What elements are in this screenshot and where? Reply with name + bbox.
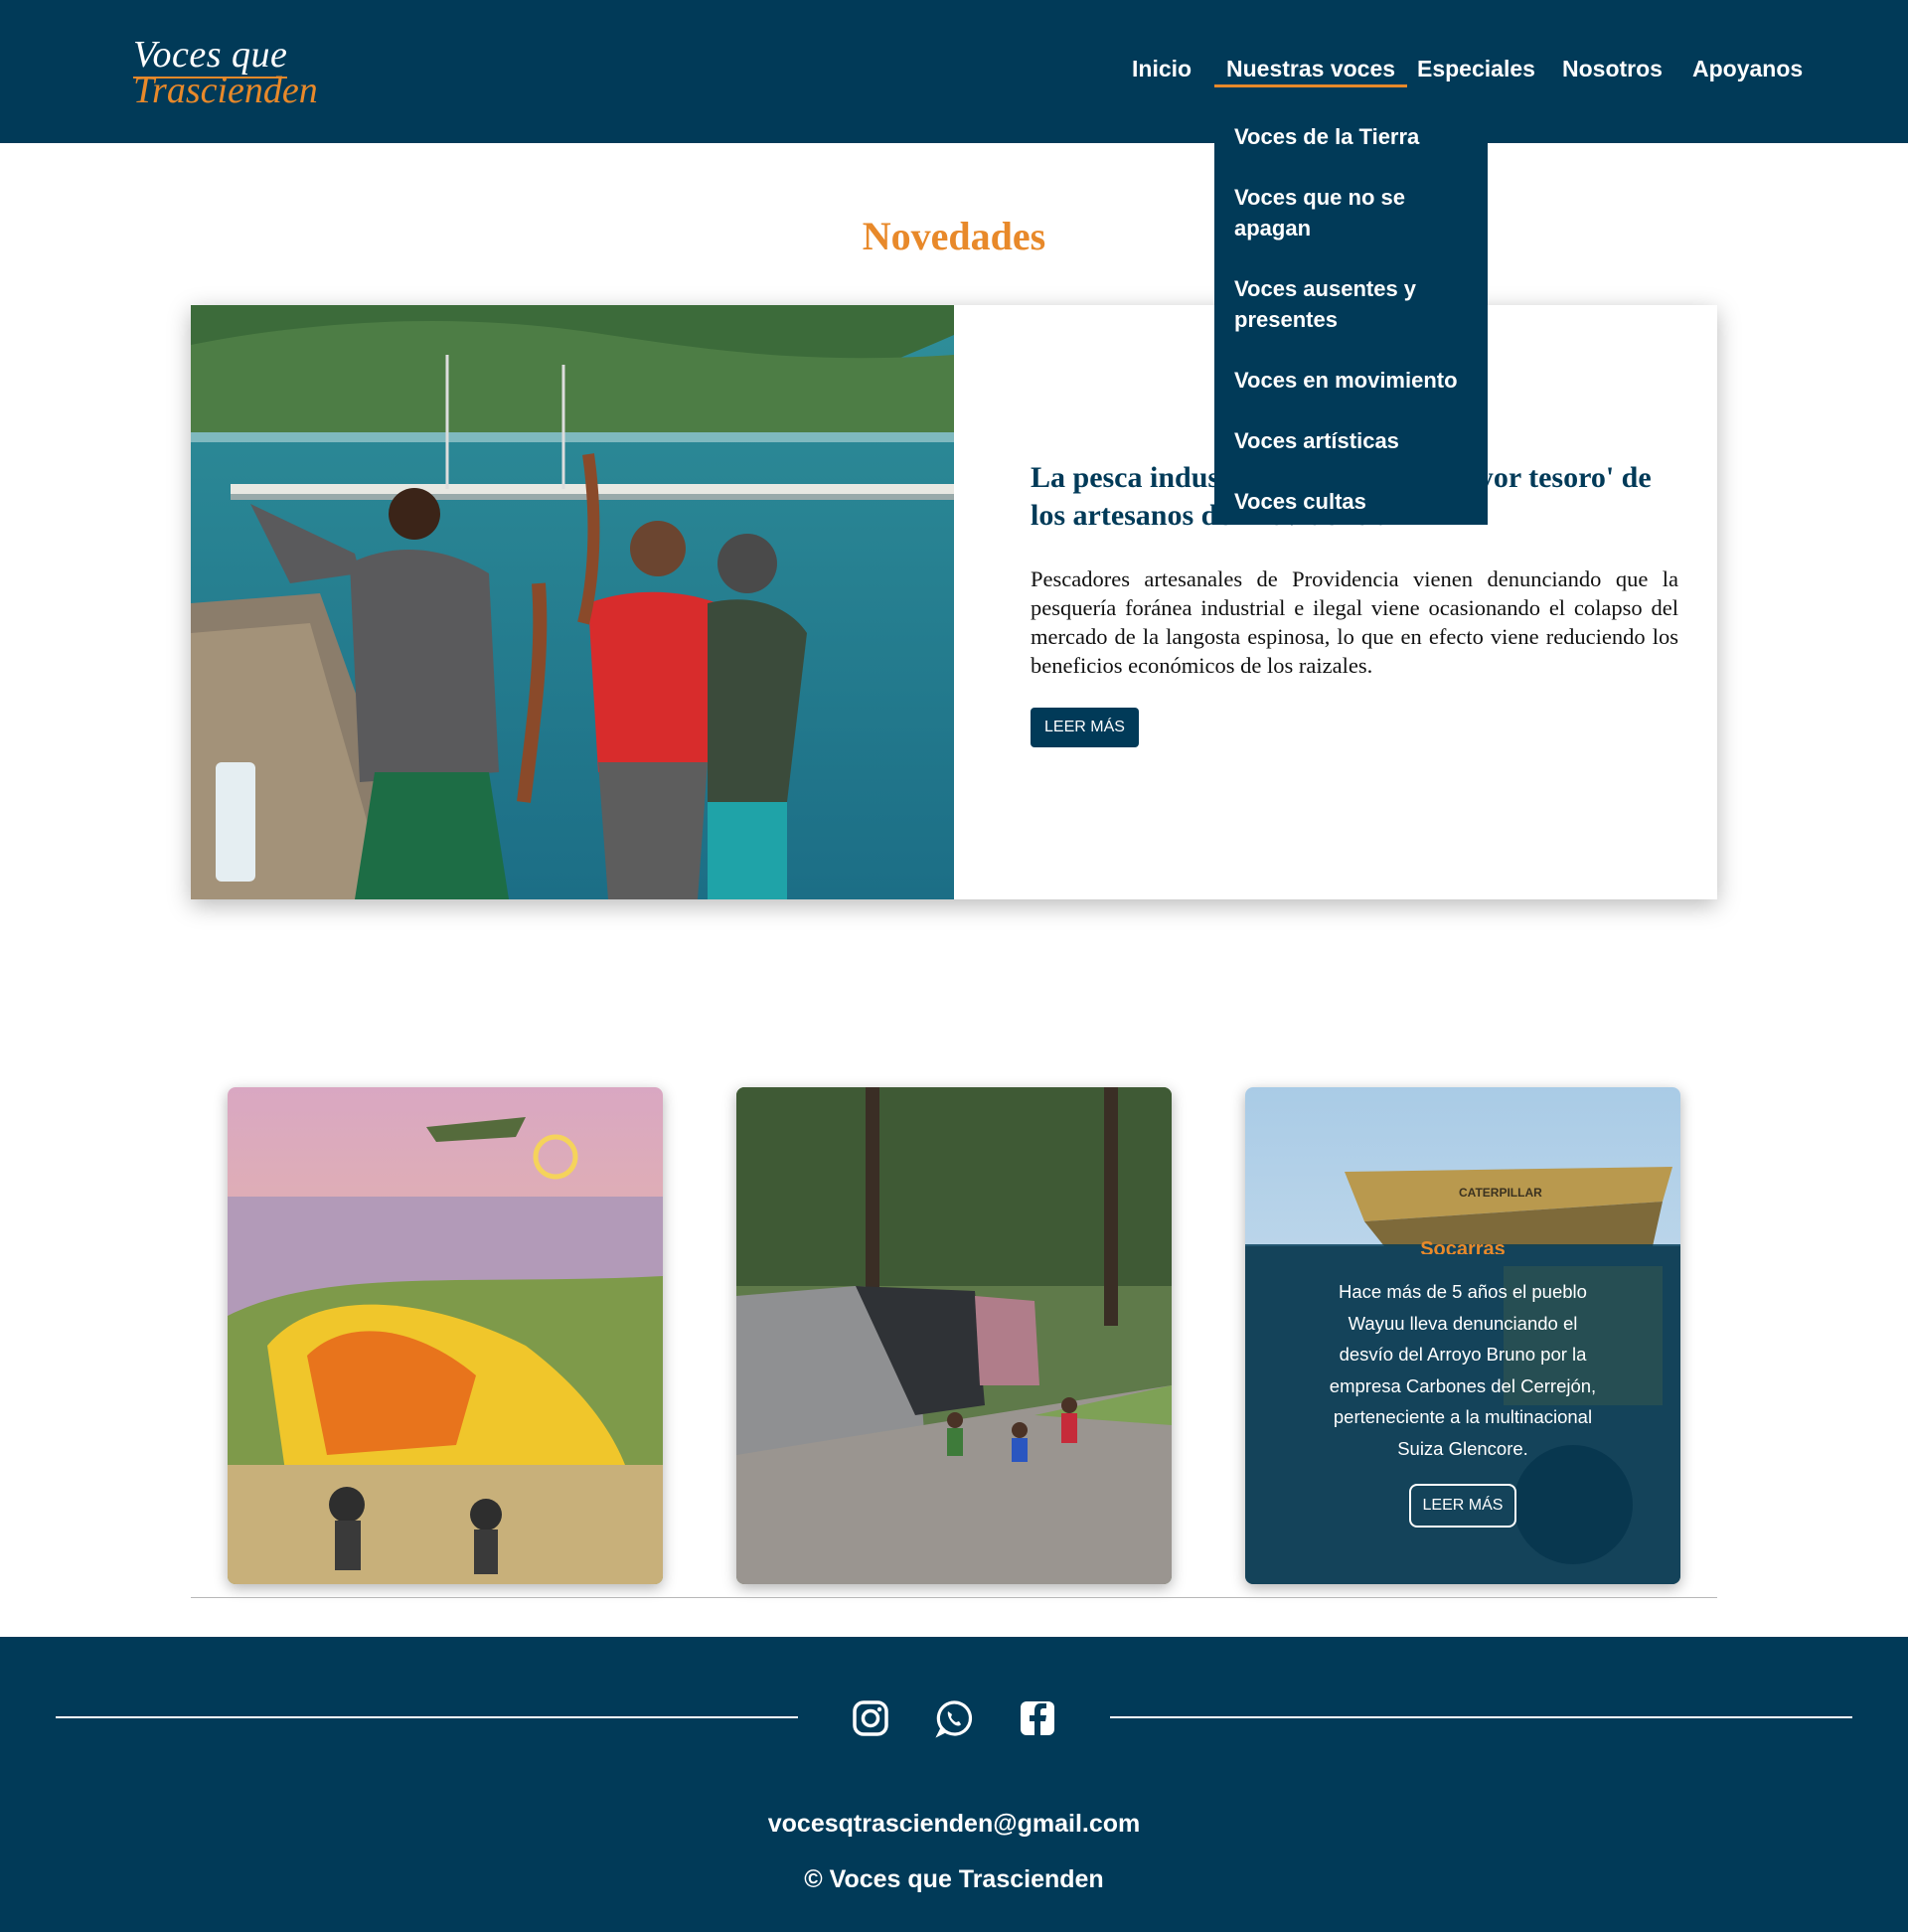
instagram-icon[interactable]	[851, 1698, 890, 1738]
card-overlay-heading: Socarras	[1420, 1238, 1506, 1254]
featured-read-more-button[interactable]: LEER MÁS	[1031, 708, 1139, 747]
forest-fire-illustration	[228, 1087, 663, 1584]
nav-item-nuestras-voces[interactable]: Nuestras voces	[1214, 56, 1408, 87]
footer-line-right	[1110, 1716, 1852, 1718]
card-read-more-button[interactable]: LEER MÁS	[1408, 1484, 1517, 1528]
main-nav: Inicio Nuestras voces Especiales Nosotro…	[0, 56, 1908, 95]
truck-caterpillar-label: CATERPILLAR	[1459, 1186, 1542, 1200]
nav-item-especiales[interactable]: Especiales	[1417, 56, 1535, 82]
dropdown-item-voces-que-no-se-apagan[interactable]: Voces que no se apagan	[1214, 182, 1488, 243]
footer-line-left	[56, 1716, 798, 1718]
dropdown-item-voces-ausentes-y-presentes[interactable]: Voces ausentes y presentes	[1214, 273, 1488, 335]
featured-image	[191, 305, 954, 899]
dropdown-item-voces-cultas[interactable]: Voces cultas	[1214, 486, 1488, 517]
whatsapp-icon[interactable]	[934, 1698, 974, 1738]
nuestras-voces-dropdown: Voces de la Tierra Voces que no se apaga…	[1214, 105, 1488, 525]
featured-body: Pescadores artesanales de Providencia vi…	[1031, 566, 1678, 678]
dropdown-item-voces-artisticas[interactable]: Voces artísticas	[1214, 425, 1488, 456]
footer-copyright: © Voces que Trascienden	[804, 1865, 1104, 1893]
nav-item-apoyanos[interactable]: Apoyanos	[1692, 56, 1803, 82]
footer-email[interactable]: vocesqtrascienden@gmail.com	[0, 1810, 1908, 1839]
featured-article: La pesca industrial amenaza el 'mayor te…	[191, 305, 1717, 899]
card-overlay: Socarras Hace más de 5 años el pueblo Wa…	[1245, 1238, 1680, 1584]
story-card-1[interactable]	[228, 1087, 663, 1584]
dropdown-item-voces-de-la-tierra[interactable]: Voces de la Tierra	[1214, 121, 1488, 152]
card-overlay-text: Hace más de 5 años el pueblo Wayuu lleva…	[1329, 1281, 1597, 1459]
nav-item-nosotros[interactable]: Nosotros	[1562, 56, 1663, 82]
section-title: Novedades	[862, 214, 1046, 258]
site-footer: vocesqtrascienden@gmail.com © Voces que …	[0, 1637, 1908, 1932]
fishermen-photo	[191, 305, 954, 899]
site-header: Voces que Trascienden Inicio Nuestras vo…	[0, 0, 1908, 143]
content-divider	[191, 1597, 1717, 1598]
story-card-3[interactable]: CATERPILLAR Socarras Hace más de 5 años …	[1245, 1087, 1680, 1584]
story-card-2[interactable]	[736, 1087, 1172, 1584]
tent-camp-photo	[736, 1087, 1172, 1584]
dropdown-item-voces-en-movimiento[interactable]: Voces en movimiento	[1214, 365, 1488, 396]
nav-item-inicio[interactable]: Inicio	[1132, 56, 1192, 82]
facebook-icon[interactable]	[1018, 1698, 1057, 1738]
